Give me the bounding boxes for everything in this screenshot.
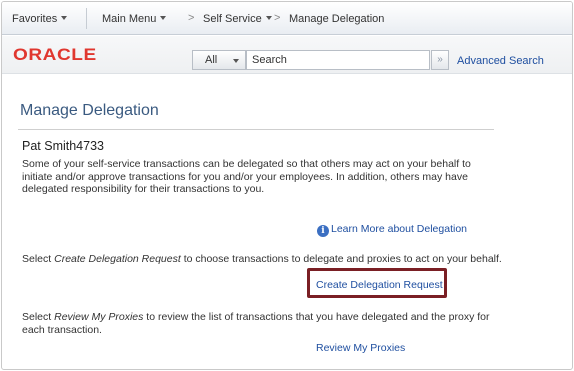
advanced-search-link[interactable]: Advanced Search — [457, 55, 544, 67]
review-instruction-emphasis: Review My Proxies — [54, 311, 144, 323]
top-navigation-bar: Favorites Main Menu > Self Service > Man… — [2, 2, 572, 35]
create-instruction-prefix: Select — [22, 253, 55, 265]
breadcrumb-separator: > — [188, 12, 195, 24]
main-menu-label: Main Menu — [102, 13, 157, 25]
search-scope-value: All — [205, 54, 218, 66]
chevron-down-icon — [233, 59, 239, 63]
review-instruction-prefix: Select — [22, 311, 55, 323]
create-instruction-text: Select Create Delegation Request to choo… — [22, 253, 502, 266]
breadcrumb-current: Manage Delegation — [289, 13, 385, 25]
oracle-logo: ORACLE — [13, 45, 97, 64]
nav-divider — [86, 8, 87, 29]
user-name: Pat Smith4733 — [22, 139, 104, 153]
main-menu[interactable]: Main Menu — [102, 13, 167, 25]
create-instruction-emphasis: Create Delegation Request — [54, 253, 181, 265]
chevron-down-icon — [160, 16, 167, 20]
intro-text: Some of your self-service transactions c… — [22, 158, 471, 195]
search-input[interactable]: Search — [246, 50, 430, 70]
header-bar: ORACLE All Search » Advanced Search — [2, 36, 572, 74]
review-instruction-text: Select Review My Proxies to review the l… — [22, 311, 502, 336]
create-instruction-suffix: to choose transactions to delegate and p… — [180, 253, 502, 265]
breadcrumb-separator: > — [274, 12, 281, 24]
search-go-button[interactable]: » — [431, 50, 449, 70]
search-scope-dropdown[interactable]: All — [192, 50, 246, 70]
self-service-label: Self Service — [203, 13, 262, 25]
chevron-down-icon — [61, 16, 68, 20]
info-circle-icon: i — [317, 225, 329, 237]
learn-more-label: Learn More about Delegation — [331, 223, 468, 235]
browser-page: Favorites Main Menu > Self Service > Man… — [1, 1, 573, 370]
chevron-down-icon — [265, 16, 272, 20]
favorites-menu[interactable]: Favorites — [12, 13, 68, 25]
review-my-proxies-link[interactable]: Review My Proxies — [316, 342, 405, 354]
create-delegation-request-link[interactable]: Create Delegation Request — [316, 279, 443, 291]
learn-more-link[interactable]: i Learn More about Delegation — [317, 223, 467, 237]
self-service-menu[interactable]: Self Service — [203, 13, 272, 25]
page-title: Manage Delegation — [20, 102, 159, 119]
title-divider — [18, 129, 494, 130]
favorites-label: Favorites — [12, 13, 58, 25]
